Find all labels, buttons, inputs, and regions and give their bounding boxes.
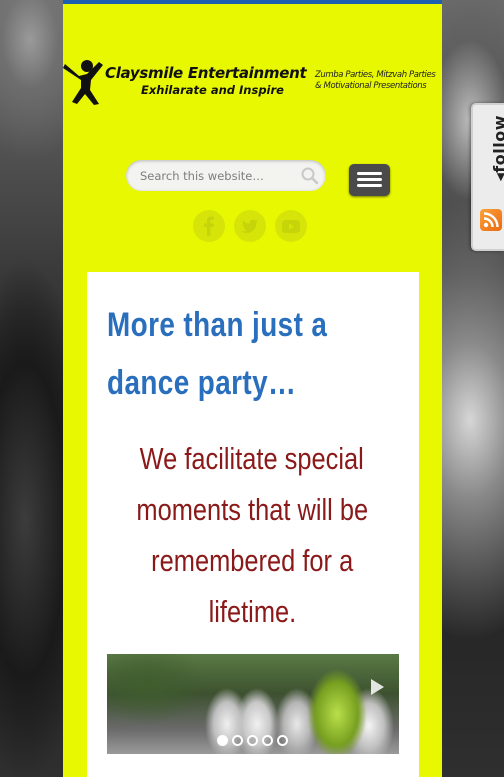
- headline-line-2: dance party…: [107, 364, 297, 402]
- intro-line-2: moments that will be: [136, 492, 368, 527]
- next-slide-arrow-icon[interactable]: [371, 679, 384, 695]
- slider-dot[interactable]: [232, 735, 243, 746]
- facebook-icon-glyph: [204, 216, 214, 236]
- brand-tagline: Exhilarate and Inspire: [141, 83, 284, 97]
- search-box: [126, 160, 326, 191]
- hamburger-icon-bar: [357, 184, 382, 187]
- services-text: Zumba Parties, Mitzvah Parties & Motivat…: [315, 70, 447, 92]
- slider-dot[interactable]: [277, 735, 288, 746]
- rss-icon[interactable]: [480, 209, 502, 231]
- search-input[interactable]: [140, 166, 290, 185]
- intro-line-3: remembered for a: [150, 543, 354, 578]
- brand-name: Claysmile Entertainment: [105, 64, 307, 82]
- photo-slider[interactable]: [107, 654, 399, 754]
- dancer-logo-icon: [63, 60, 103, 105]
- intro-text: We facilitate special moments that will …: [107, 433, 397, 637]
- intro-line-4: lifetime.: [208, 594, 296, 629]
- slider-dot[interactable]: [217, 735, 228, 746]
- youtube-icon[interactable]: [275, 210, 307, 242]
- slider-dot[interactable]: [247, 735, 258, 746]
- hamburger-icon-bar: [357, 172, 382, 175]
- follow-label[interactable]: ◂follow: [479, 115, 504, 200]
- slider-dot[interactable]: [262, 735, 273, 746]
- site-logo[interactable]: Claysmile Entertainment Exhilarate and I…: [63, 58, 448, 106]
- rss-icon-glyph: [483, 212, 499, 228]
- twitter-icon[interactable]: [234, 210, 266, 242]
- youtube-icon-glyph: [282, 220, 300, 233]
- services-line-2: & Motivational Presentations: [315, 81, 427, 91]
- headline-line-1: More than just a: [107, 306, 328, 344]
- follow-text: ◂follow: [490, 115, 504, 182]
- follow-widget[interactable]: ◂follow: [471, 103, 504, 251]
- intro-line-1: We facilitate special: [139, 441, 365, 476]
- facebook-icon[interactable]: [193, 210, 225, 242]
- menu-button[interactable]: [349, 164, 390, 196]
- twitter-icon-glyph: [241, 219, 258, 233]
- hamburger-icon-bar: [357, 178, 382, 181]
- search-icon[interactable]: [300, 166, 320, 186]
- services-line-1: Zumba Parties, Mitzvah Parties: [315, 70, 436, 80]
- page-headline: More than just a dance party…: [107, 296, 353, 412]
